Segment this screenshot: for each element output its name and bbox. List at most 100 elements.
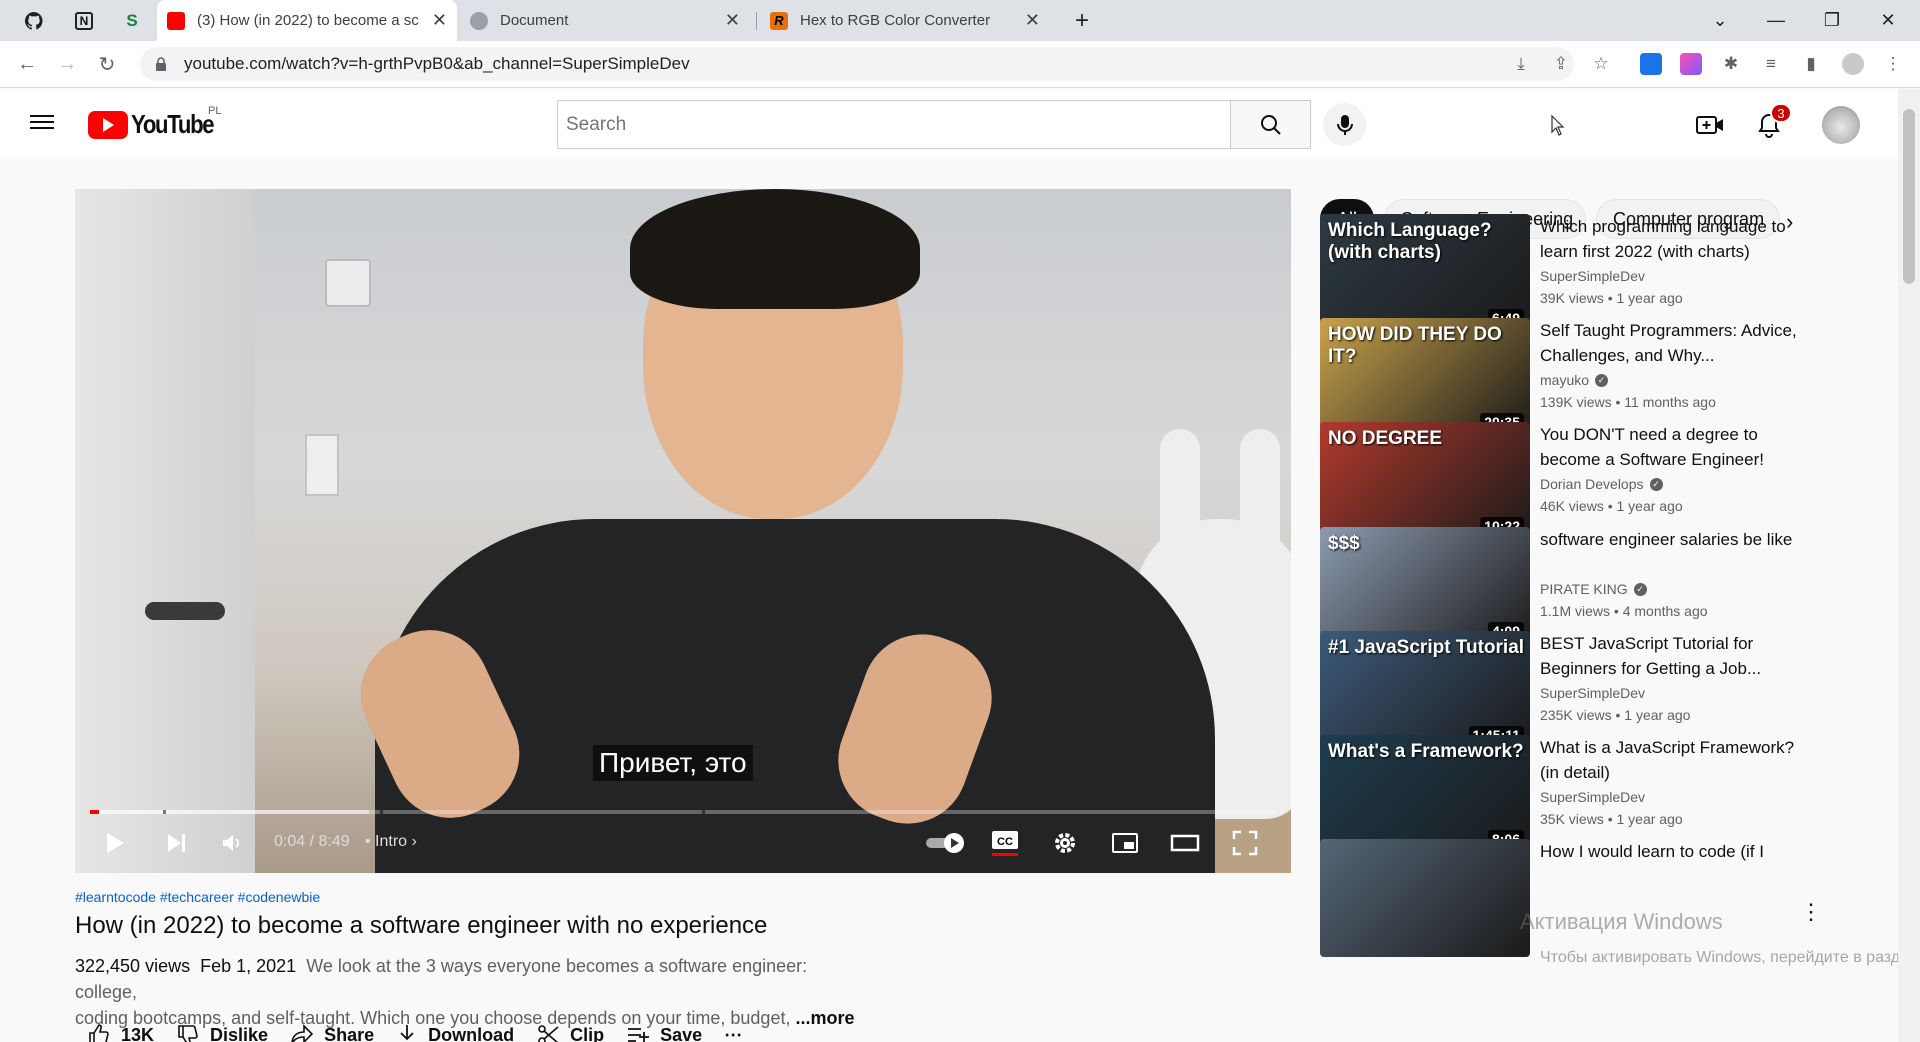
video-menu-button[interactable]: ⋮ [1800,899,1822,925]
minimize-button[interactable]: — [1748,0,1804,41]
page-scrollbar[interactable] [1898,89,1920,1042]
recommended-video[interactable]: #1 JavaScript Tutorial1:45:11BEST JavaSc… [1320,631,1898,749]
tab-title: (3) How (in 2022) to become a sc [197,12,419,29]
close-tab-icon[interactable]: ✕ [1025,10,1040,31]
next-button[interactable] [159,825,195,861]
download-label: Download [428,1024,515,1042]
browser-menu-button[interactable]: ⋮ [1880,51,1906,77]
reload-button[interactable]: ↻ [92,49,122,79]
video-thumbnail[interactable]: $$$4:09 [1320,527,1530,645]
recommended-video[interactable]: What's a Framework?8:06What is a JavaScr… [1320,735,1898,853]
tab-document[interactable]: Document ✕ [460,0,750,41]
share-button[interactable]: Share [290,1024,374,1042]
side-panel-button[interactable]: ▮ [1798,51,1824,77]
microphone-icon [1336,114,1353,135]
dislike-button[interactable]: Dislike [176,1023,268,1042]
profile-avatar[interactable] [1842,53,1864,75]
tab-youtube[interactable]: (3) How (in 2022) to become a sc ✕ [157,0,457,41]
recommended-title[interactable]: Self Taught Programmers: Advice, Challen… [1540,318,1800,368]
miniplayer-button[interactable] [1107,825,1143,861]
theater-mode-button[interactable] [1167,825,1203,861]
recommended-title[interactable]: You DON'T need a degree to become a Soft… [1540,422,1800,472]
channel-name[interactable]: SuperSimpleDev [1540,685,1645,701]
color-extension-icon[interactable] [1680,53,1702,75]
reading-list-button[interactable]: ≡ [1758,51,1784,77]
chapter-button[interactable]: • Intro › [365,833,417,851]
search-input[interactable] [557,100,1231,149]
tab-hex-converter[interactable]: R Hex to RGB Color Converter ✕ [760,0,1050,41]
recommended-title[interactable]: How I would learn to code (if I [1540,839,1800,864]
video-scene-door [75,189,255,873]
captions-button[interactable]: CC [987,825,1023,861]
video-hashtags[interactable]: #learntocode #techcareer #codenewbie [75,889,320,905]
settings-button[interactable] [1047,825,1083,861]
hamburger-menu-button[interactable] [28,111,56,135]
video-thumbnail[interactable] [1320,839,1530,957]
more-actions-button[interactable]: ⋯ [724,1025,742,1042]
video-thumbnail[interactable]: HOW DID THEY DO IT?20:35 [1320,318,1530,436]
tab-search-button[interactable]: ⌄ [1692,0,1748,41]
extensions-button[interactable]: ✱ [1718,51,1744,77]
channel-name[interactable]: SuperSimpleDev [1540,268,1645,284]
recommended-video[interactable]: $$$4:09 software engineer salaries be lik… [1320,527,1898,645]
back-button[interactable]: ← [12,49,42,79]
translate-extension-icon[interactable] [1640,53,1662,75]
account-avatar[interactable] [1822,106,1860,144]
video-thumbnail[interactable]: NO DEGREE 10:22 [1320,422,1530,540]
video-player[interactable]: Привет, это 0:04 / 8:49 • Intro › CC [75,189,1291,873]
video-thumbnail[interactable]: What's a Framework?8:06 [1320,735,1530,853]
recommended-title[interactable]: software engineer salaries be like [1540,527,1800,552]
recommended-title[interactable]: What is a JavaScript Framework? (in deta… [1540,735,1800,785]
video-scene-person-hair [630,189,920,309]
like-button[interactable]: 13K [87,1023,154,1042]
download-button[interactable]: Download [396,1023,514,1042]
recommended-video[interactable]: How I would learn to code (if I [1320,839,1898,957]
forward-button[interactable]: → [52,49,82,79]
channel-name[interactable]: mayuko ✓ [1540,372,1609,388]
kebab-menu-icon: ⋮ [1884,54,1902,73]
install-app-button[interactable]: ⤓ [1508,51,1534,77]
channel-name[interactable]: Dorian Develops ✓ [1540,476,1663,492]
close-tab-icon[interactable]: ✕ [725,10,740,31]
search-button[interactable] [1231,100,1311,149]
recommended-title[interactable]: BEST JavaScript Tutorial for Beginners f… [1540,631,1800,681]
autoplay-toggle[interactable] [923,825,969,861]
bookmark-button[interactable]: ☆ [1588,51,1614,77]
play-button[interactable] [97,825,133,861]
pinned-tab-s[interactable]: S [112,4,152,37]
clip-label: Clip [570,1024,605,1042]
activation-watermark: Активация Windows [1520,909,1723,934]
progress-bar[interactable] [90,810,1276,814]
view-count: 322,450 views [75,956,191,976]
video-thumbnail[interactable]: Which Language? (with charts)6:49 [1320,214,1530,332]
recommended-video[interactable]: Which Language? (with charts)6:49Which p… [1320,214,1898,332]
more-link[interactable]: ...more [795,1008,854,1028]
close-window-button[interactable]: ✕ [1860,0,1916,41]
channel-name[interactable]: SuperSimpleDev [1540,789,1645,805]
recommended-title[interactable]: Which programming language to learn firs… [1540,214,1800,264]
github-pinned-tab[interactable] [14,4,54,37]
fullscreen-button[interactable] [1227,825,1263,861]
scrollbar-thumb[interactable] [1903,109,1915,284]
clip-button[interactable]: Clip [536,1023,604,1042]
notion-icon: N [75,11,93,30]
restore-button[interactable]: ❐ [1804,0,1860,41]
notion-pinned-tab[interactable]: N [64,4,104,37]
video-thumbnail[interactable]: #1 JavaScript Tutorial1:45:11 [1320,631,1530,749]
create-video-button[interactable] [1694,109,1726,141]
recommended-video[interactable]: NO DEGREE 10:22 You DON'T need a degree to… [1320,422,1898,540]
video-meta: 35K views • 1 year ago [1540,811,1683,827]
channel-name[interactable]: PIRATE KING ✓ [1540,581,1647,597]
save-button[interactable]: Save [626,1024,702,1042]
recommended-video[interactable]: HOW DID THEY DO IT?20:35Self Taught Prog… [1320,318,1898,436]
s-logo-icon: S [126,10,138,30]
address-bar[interactable]: youtube.com/watch?v=h-grthPvpB0&ab_chann… [140,47,1574,81]
share-page-button[interactable]: ⇪ [1548,51,1574,77]
mute-button[interactable] [214,825,250,861]
close-tab-icon[interactable]: ✕ [432,10,447,31]
tab-title: Document [500,12,569,29]
new-tab-button[interactable]: + [1054,0,1110,41]
youtube-logo[interactable]: YouTube PL [88,105,228,140]
miniplayer-icon [1112,833,1138,853]
voice-search-button[interactable] [1323,103,1366,146]
